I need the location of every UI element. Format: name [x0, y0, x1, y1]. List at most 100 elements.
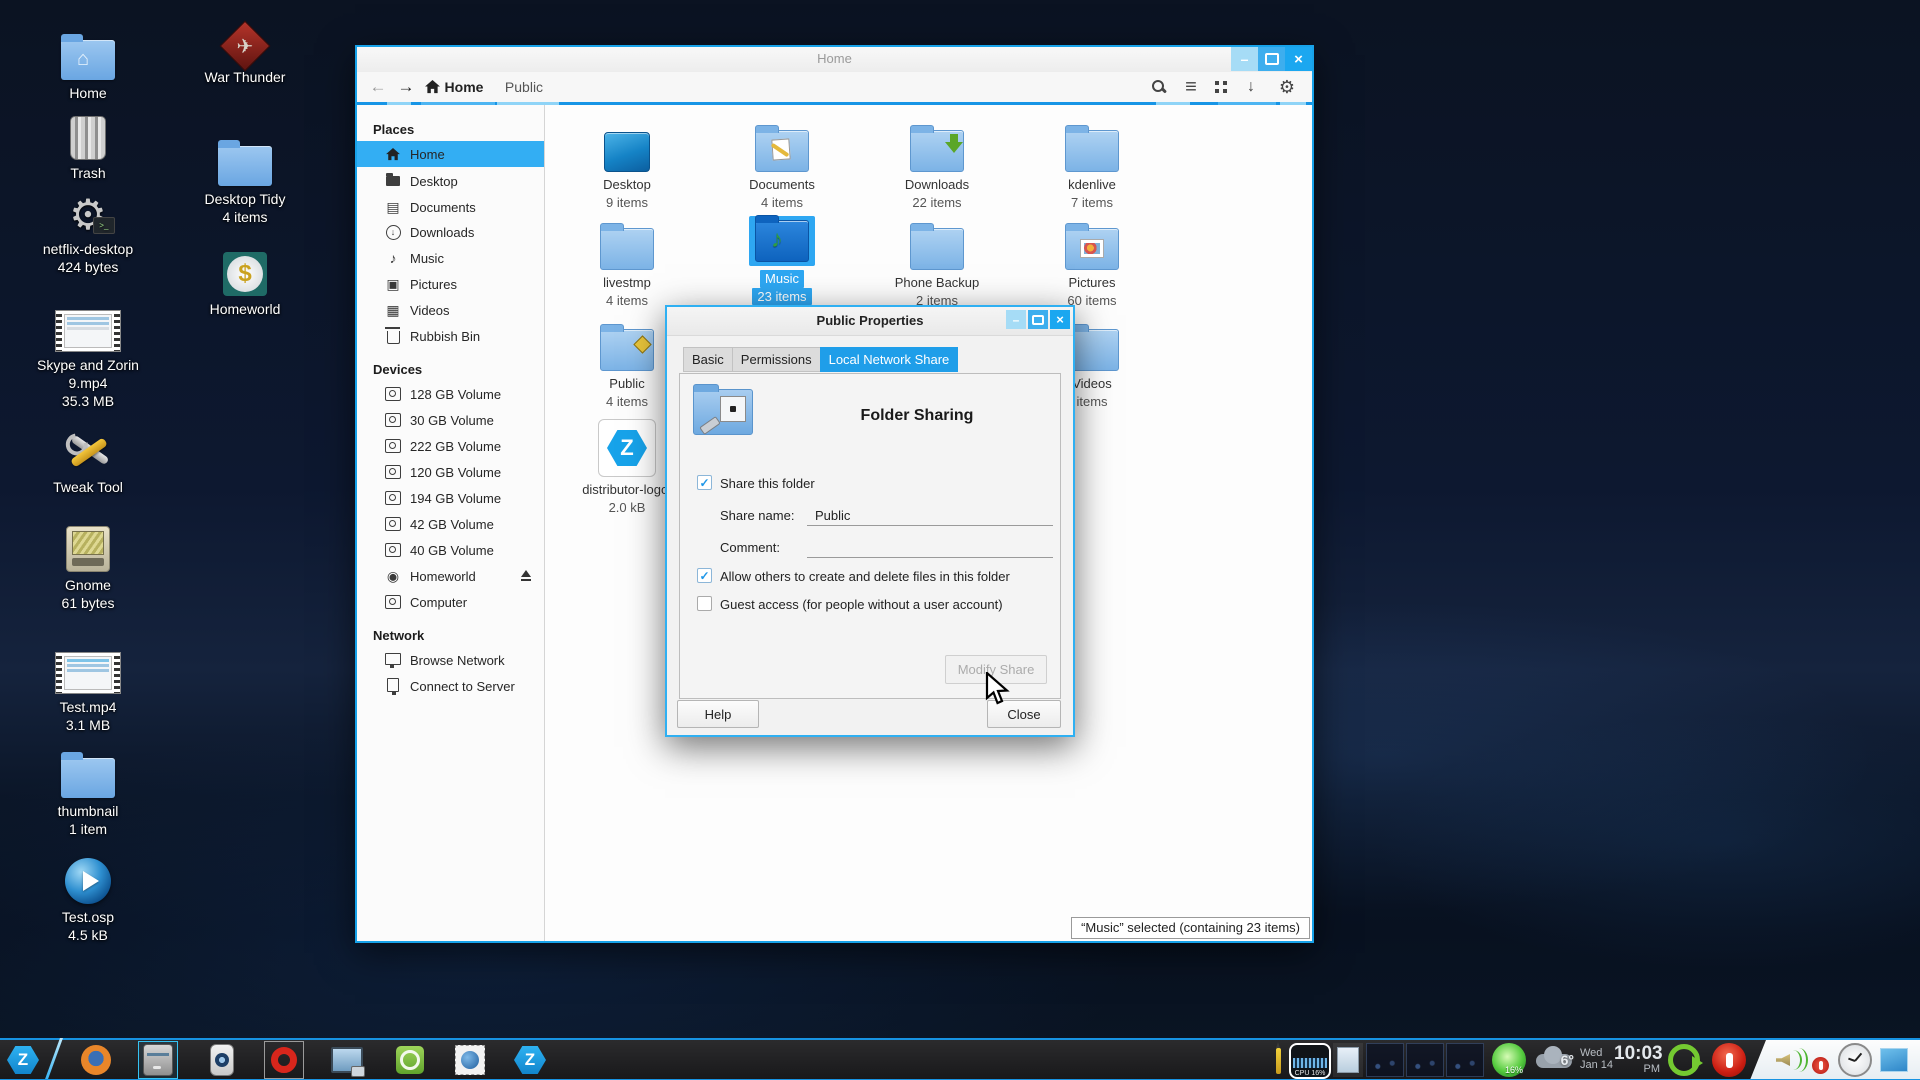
settings-button[interactable]: ⚙ — [1274, 72, 1300, 102]
modify-share-button[interactable]: Modify Share — [945, 655, 1047, 684]
taskbar-zorin-app[interactable]: Z — [513, 1043, 547, 1077]
tab-basic[interactable]: Basic — [683, 347, 732, 372]
disc-icon: ◉ — [385, 568, 401, 584]
tab-local-network-share[interactable]: Local Network Share — [820, 347, 959, 372]
desktop-icon-desktop-tidy[interactable]: Desktop Tidy 4 items — [170, 134, 320, 226]
desktop-icon-war-thunder[interactable]: ✈ War Thunder — [170, 12, 320, 86]
sidebar-item-volume-194[interactable]: 194 GB Volume — [357, 485, 544, 511]
back-button[interactable]: ← — [365, 72, 391, 102]
close-button[interactable]: × — [1285, 47, 1312, 71]
folder-icon — [600, 228, 654, 270]
trash-icon — [385, 328, 401, 344]
taskbar-thunderbird[interactable] — [453, 1043, 487, 1077]
taskbar-camera-app[interactable] — [205, 1043, 239, 1077]
sidebar-item-home[interactable]: Home — [357, 141, 544, 167]
sidebar-item-desktop[interactable]: Desktop — [357, 168, 544, 194]
breadcrumb-home[interactable]: Home — [441, 72, 487, 102]
workspace-2[interactable] — [1366, 1043, 1404, 1077]
dialog-close-action-button[interactable]: Close — [987, 700, 1061, 728]
desktop-icon-gnome[interactable]: Gnome 61 bytes — [13, 520, 163, 612]
help-button[interactable]: Help — [677, 700, 759, 728]
breadcrumb-public[interactable]: Public — [499, 72, 549, 102]
taskbar-screenshot-app[interactable] — [330, 1043, 364, 1077]
weather-widget[interactable]: 6° — [1532, 1048, 1576, 1070]
sidebar-item-connect-to-server[interactable]: Connect to Server — [357, 673, 544, 699]
taskbar-date[interactable]: Wed Jan 14 — [1580, 1047, 1613, 1071]
file-kdenlive[interactable]: kdenlive 7 items — [1027, 122, 1157, 211]
sidebar-item-documents[interactable]: ▤ Documents — [357, 194, 544, 220]
dialog-close-button[interactable]: × — [1050, 310, 1070, 329]
sidebar-item-music[interactable]: ♪ Music — [357, 245, 544, 271]
file-music-selected[interactable]: ♪ Music 23 items — [717, 216, 847, 305]
sidebar-item-volume-222[interactable]: 222 GB Volume — [357, 433, 544, 459]
pencil-widget-icon[interactable] — [1276, 1048, 1281, 1074]
desktop-icon-netflix-desktop[interactable]: ⚙>_ netflix-desktop 424 bytes — [13, 184, 163, 276]
sidebar-item-homeworld-disc[interactable]: ◉ Homeworld — [357, 563, 544, 589]
sidebar-item-computer[interactable]: Computer — [357, 589, 544, 615]
minimize-button[interactable]: – — [1231, 47, 1258, 71]
dialog-minimize-button[interactable]: – — [1006, 310, 1026, 329]
workspace-4[interactable] — [1446, 1043, 1484, 1077]
file-manager-icon — [143, 1044, 173, 1076]
folder-icon — [755, 130, 809, 172]
search-button[interactable] — [1146, 72, 1172, 102]
workspace-3[interactable] — [1406, 1043, 1444, 1077]
cpu-monitor-widget[interactable]: CPU 16% — [1289, 1043, 1331, 1079]
desktop-icon-test-osp[interactable]: Test.osp 4.5 kB — [13, 852, 163, 944]
window-thumbnail[interactable] — [1333, 1043, 1363, 1077]
taskbar-firefox[interactable] — [79, 1043, 113, 1077]
sidebar-item-rubbish-bin[interactable]: Rubbish Bin — [357, 323, 544, 349]
file-pictures[interactable]: Pictures 60 items — [1027, 220, 1157, 309]
grid-view-button[interactable] — [1208, 72, 1234, 102]
sidebar-item-pictures[interactable]: ▣ Pictures — [357, 271, 544, 297]
sidebar-item-browse-network[interactable]: Browse Network — [357, 647, 544, 673]
file-desktop[interactable]: Desktop 9 items — [562, 122, 692, 211]
desktop-icon-homeworld[interactable]: $ Homeworld — [170, 244, 320, 318]
sidebar-item-volume-40[interactable]: 40 GB Volume — [357, 537, 544, 563]
desktop-icon-thumbnail[interactable]: thumbnail 1 item — [13, 746, 163, 838]
show-desktop-button[interactable] — [1880, 1048, 1908, 1072]
power-button[interactable] — [1712, 1043, 1746, 1077]
file-downloads[interactable]: Downloads 22 items — [872, 122, 1002, 211]
share-this-folder-checkbox[interactable]: ✓ — [697, 475, 712, 490]
sidebar-item-volume-128[interactable]: 128 GB Volume — [357, 381, 544, 407]
dialog-titlebar[interactable]: Public Properties – × — [667, 307, 1073, 336]
taskbar-clock[interactable]: 10:03 PM — [1614, 1044, 1660, 1075]
desktop-icon-test-mp4[interactable]: Test.mp4 3.1 MB — [13, 642, 163, 734]
sidebar-item-videos[interactable]: ▦ Videos — [357, 297, 544, 323]
file-documents[interactable]: Documents 4 items — [717, 122, 847, 211]
sidebar-item-volume-42[interactable]: 42 GB Volume — [357, 511, 544, 537]
download-button[interactable]: ↓ — [1238, 72, 1264, 102]
eject-icon[interactable] — [518, 568, 534, 584]
analog-clock-icon[interactable] — [1838, 1043, 1872, 1077]
taskbar-file-manager[interactable] — [141, 1043, 175, 1077]
dialog-maximize-button[interactable] — [1028, 310, 1048, 329]
file-livestmp[interactable]: livestmp 4 items — [562, 220, 692, 309]
guest-access-checkbox[interactable] — [697, 596, 712, 611]
battery-indicator[interactable]: 16% — [1492, 1043, 1526, 1077]
forward-button[interactable]: → — [393, 72, 419, 102]
sidebar-item-volume-30[interactable]: 30 GB Volume — [357, 407, 544, 433]
monitor-camera-icon — [331, 1047, 363, 1073]
desktop-icon-skype-video[interactable]: Skype and Zorin 9.mp4 35.3 MB — [13, 300, 163, 410]
desktop-icon-home[interactable]: ⌂ Home — [13, 28, 163, 102]
fm-titlebar[interactable]: Home – × — [357, 47, 1312, 73]
desktop-icon-tweak-tool[interactable]: Tweak Tool — [13, 422, 163, 496]
allow-others-checkbox[interactable]: ✓ — [697, 568, 712, 583]
taskbar-software-center[interactable] — [393, 1043, 427, 1077]
window-controls: – × — [1231, 47, 1312, 71]
desktop-icon-trash[interactable]: Trash — [13, 108, 163, 182]
list-view-button[interactable]: ≡ — [1178, 72, 1204, 102]
sidebar-item-downloads[interactable]: ↓ Downloads — [357, 219, 544, 245]
taskbar-opera[interactable] — [267, 1043, 301, 1077]
video-thumbnail-icon — [55, 652, 121, 694]
sidebar-item-volume-120[interactable]: 120 GB Volume — [357, 459, 544, 485]
logout-button[interactable] — [1668, 1044, 1700, 1076]
disk-icon — [385, 412, 401, 428]
share-name-input[interactable]: Public — [815, 508, 850, 523]
maximize-button[interactable] — [1258, 47, 1285, 71]
mute-badge-icon[interactable] — [1812, 1057, 1829, 1074]
file-phone-backup[interactable]: Phone Backup 2 items — [872, 220, 1002, 309]
tab-permissions[interactable]: Permissions — [732, 347, 820, 372]
start-menu-button[interactable]: Z — [6, 1043, 40, 1077]
